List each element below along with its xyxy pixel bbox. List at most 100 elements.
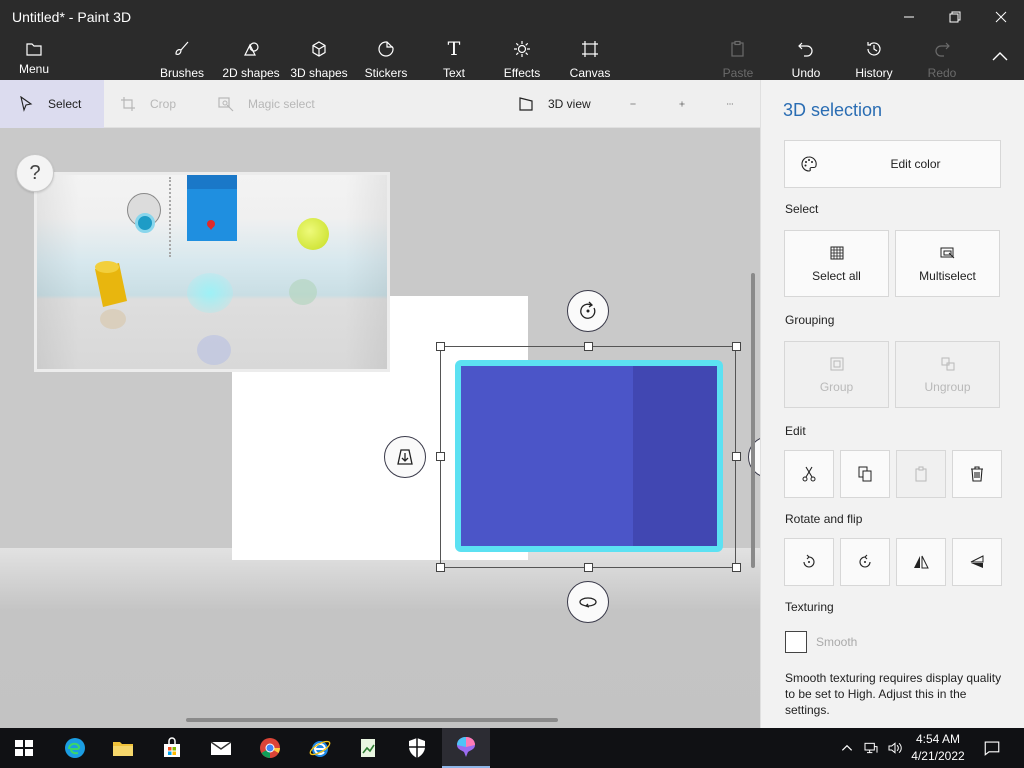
rotate-right-button[interactable] (840, 538, 890, 586)
delete-button[interactable] (952, 450, 1002, 498)
floor-plane (0, 548, 760, 728)
smooth-checkbox[interactable] (785, 631, 807, 653)
cube-side-face[interactable] (633, 366, 717, 546)
green-sphere[interactable] (297, 218, 329, 250)
resize-handle[interactable] (436, 342, 445, 351)
2d-shapes-button[interactable]: 2D shapes (220, 34, 282, 80)
edge-button[interactable] (51, 728, 99, 768)
menu-label: Menu (18, 62, 50, 76)
paint-3d-taskbar-button[interactable] (442, 728, 490, 768)
show-hidden-icons-button[interactable] (836, 728, 858, 768)
cube-front-face[interactable] (461, 366, 633, 546)
ribbon: Menu Brushes 2D shapes 3D shapes Sticker… (0, 34, 1024, 80)
guide-line (169, 177, 171, 257)
canvas-button[interactable]: Canvas (568, 34, 612, 80)
canvas-area[interactable]: ? (0, 128, 760, 728)
paste-button[interactable]: Paste (718, 34, 758, 80)
flip-horizontal-button[interactable] (896, 538, 946, 586)
store-button[interactable] (148, 728, 196, 768)
palette-icon (801, 156, 817, 172)
crop-label: Crop (150, 97, 177, 111)
notepad-button[interactable] (344, 728, 392, 768)
close-button[interactable] (978, 0, 1024, 34)
paste-label: Paste (722, 66, 754, 80)
clock[interactable]: 4:54 AM 4/21/2022 (906, 731, 970, 765)
edit-color-label: Edit color (890, 157, 941, 171)
depth-handle[interactable] (384, 436, 426, 478)
cube-icon (312, 41, 326, 57)
zoom-in-button[interactable] (679, 80, 699, 128)
resize-handle[interactable] (436, 563, 445, 572)
text-button[interactable]: T Text (434, 34, 474, 80)
resize-handle[interactable] (732, 452, 741, 461)
notifications-button[interactable] (978, 728, 1006, 768)
3d-selection-panel: 3D selection Edit color Select Select al… (760, 80, 1024, 728)
ungroup-button[interactable]: Ungroup (895, 341, 1000, 408)
brushes-button[interactable]: Brushes (158, 34, 206, 80)
start-button[interactable] (0, 728, 48, 768)
more-options-button[interactable] (727, 80, 747, 128)
network-button[interactable] (860, 728, 882, 768)
select-all-button[interactable]: Select all (784, 230, 889, 297)
flip-vertical-button[interactable] (952, 538, 1002, 586)
resize-handle[interactable] (584, 342, 593, 351)
copy-button[interactable] (840, 450, 890, 498)
restore-button[interactable] (932, 0, 978, 34)
blue-cube[interactable] (187, 175, 237, 241)
file-explorer-button[interactable] (99, 728, 147, 768)
effects-button[interactable]: Effects (500, 34, 544, 80)
stickers-button[interactable]: Stickers (362, 34, 410, 80)
help-button[interactable]: ? (16, 154, 54, 192)
rotate-y-handle[interactable] (567, 581, 609, 623)
ellipsis-icon (727, 103, 733, 105)
rotate-z-handle[interactable] (567, 290, 609, 332)
resize-handle[interactable] (436, 452, 445, 461)
3d-view-label: 3D view (548, 97, 591, 111)
panel-title: 3D selection (783, 100, 883, 120)
3d-view-icon (519, 97, 533, 111)
zoom-out-button[interactable] (630, 80, 650, 128)
vertical-scrollbar[interactable] (751, 273, 755, 568)
yellow-cylinder[interactable] (89, 259, 133, 331)
chrome-icon (260, 738, 280, 758)
paste-icon (915, 466, 927, 482)
3d-scene-preview[interactable] (34, 172, 390, 372)
flip-vertical-icon (970, 555, 984, 568)
menu-button[interactable]: Menu (12, 34, 56, 80)
3d-view-button[interactable]: 3D view (518, 80, 602, 128)
redo-button[interactable]: Redo (922, 34, 962, 80)
resize-handle[interactable] (584, 563, 593, 572)
mail-button[interactable] (197, 728, 245, 768)
security-button[interactable] (393, 728, 441, 768)
group-label: Group (819, 379, 854, 394)
taskbar: 4:54 AM 4/21/2022 (0, 728, 1024, 768)
crop-tool[interactable]: Crop (120, 80, 200, 128)
select-tool[interactable]: Select (0, 80, 104, 128)
clock-date: 4/21/2022 (911, 749, 965, 763)
edit-color-button[interactable]: Edit color (784, 140, 1001, 188)
resize-handle[interactable] (732, 342, 741, 351)
volume-button[interactable] (884, 728, 906, 768)
brush-icon (175, 41, 189, 55)
cut-button[interactable] (784, 450, 834, 498)
paste-panel-button[interactable] (896, 450, 946, 498)
internet-explorer-button[interactable] (296, 728, 344, 768)
collapse-ribbon-button[interactable] (986, 34, 1014, 80)
3d-shapes-button[interactable]: 3D shapes (288, 34, 350, 80)
2d-shapes-label: 2D shapes (222, 66, 280, 80)
stickers-label: Stickers (364, 66, 408, 80)
mail-icon (210, 741, 232, 755)
group-button[interactable]: Group (784, 341, 889, 408)
minimize-button[interactable] (886, 0, 932, 34)
brushes-label: Brushes (159, 66, 205, 80)
text-icon: T (447, 38, 461, 60)
magic-select-tool[interactable]: Magic select (218, 80, 328, 128)
history-button[interactable]: History (852, 34, 896, 80)
undo-button[interactable]: Undo (786, 34, 826, 80)
chrome-button[interactable] (246, 728, 294, 768)
resize-handle[interactable] (732, 563, 741, 572)
horizontal-scrollbar[interactable] (186, 718, 558, 722)
multiselect-button[interactable]: Multiselect (895, 230, 1000, 297)
trash-icon (971, 466, 983, 482)
rotate-left-button[interactable] (784, 538, 834, 586)
